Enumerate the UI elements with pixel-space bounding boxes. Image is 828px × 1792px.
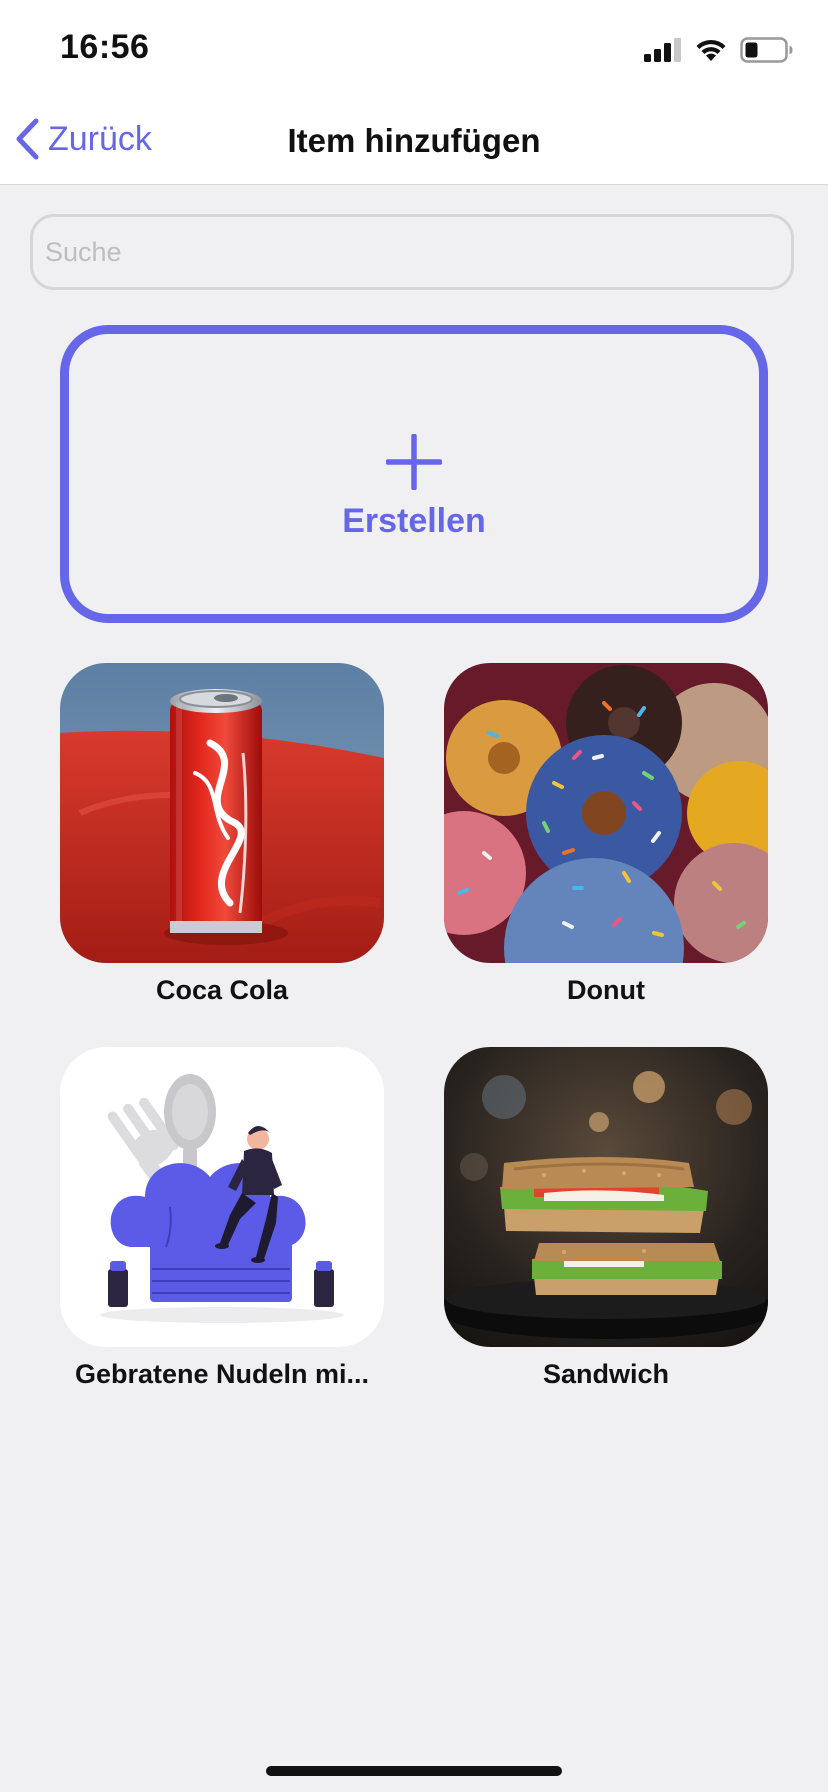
back-button[interactable]: Zurück — [14, 118, 152, 160]
status-bar: 16:56 — [0, 0, 828, 100]
item-label: Gebratene Nudeln mi... — [74, 1359, 370, 1389]
battery-icon — [740, 37, 793, 63]
item-image-donut — [444, 663, 768, 963]
status-time: 16:56 — [60, 28, 150, 66]
chevron-left-icon — [16, 118, 39, 160]
item-image-sandwich — [444, 1047, 768, 1347]
create-item-button[interactable]: Erstellen — [60, 325, 768, 623]
item-card-donut[interactable]: Donut — [444, 663, 768, 1006]
create-label: Erstellen — [342, 502, 486, 540]
home-indicator[interactable] — [266, 1766, 562, 1776]
item-label: Donut — [567, 975, 645, 1005]
navigation-bar: Zurück Item hinzufügen — [0, 100, 828, 185]
item-label: Sandwich — [542, 1359, 670, 1389]
plus-icon — [386, 434, 442, 490]
item-card-sandwich[interactable]: Sandwich — [444, 1047, 768, 1390]
status-icons — [644, 34, 794, 66]
item-card-coca-cola[interactable]: Coca Cola — [60, 663, 384, 1006]
item-label: Coca Cola — [155, 975, 289, 1005]
item-card-gebratene-nudeln[interactable]: Gebratene Nudeln mi... — [60, 1047, 384, 1390]
item-image-gebratene-nudeln — [60, 1047, 384, 1347]
item-image-coca-cola — [60, 663, 384, 963]
search-input[interactable] — [30, 214, 794, 290]
wifi-icon — [696, 39, 726, 61]
cellular-signal-icon — [644, 38, 681, 62]
back-button-label: Zurück — [48, 119, 152, 158]
